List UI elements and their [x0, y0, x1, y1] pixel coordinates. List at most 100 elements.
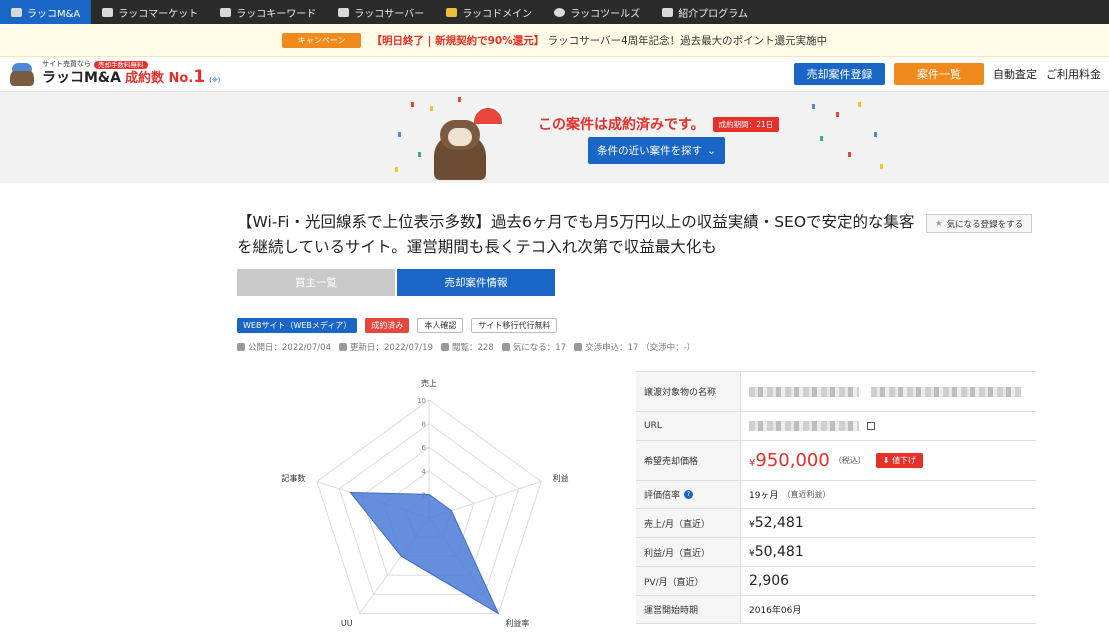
tab-buyers[interactable]: 買主一覧 [237, 269, 395, 296]
campaign-body: ラッコサーバー4周年記念！過去最大のポイント還元実施中 [547, 34, 828, 47]
blurred-url [749, 421, 859, 431]
blurred-text [871, 386, 1021, 397]
campaign-text: 【明日終了 | 新規契約で90%還元】 ラッコサーバー4周年記念！過去最大のポイ… [371, 33, 827, 48]
spec-row-profit: 利益/月（直近） ¥50,481 [636, 538, 1036, 567]
otter-icon [662, 7, 674, 17]
spec-table: 譲渡対象物の名称 URL 希望売却価格 ¥950,000 （税込） ⬇ 値下げ … [636, 371, 1036, 624]
logo-name: ラッコM&A [42, 70, 121, 87]
sell-listing-button[interactable]: 売却案件登録 [794, 63, 885, 85]
service-nav-item-server[interactable]: ラッコサーバー [327, 0, 435, 24]
published-date: 公開日：2022/07/04 [237, 341, 331, 353]
otter-mascot-icon [8, 62, 36, 86]
campaign-bar[interactable]: キャンペーン 【明日終了 | 新規契約で90%還元】 ラッコサーバー4周年記念！… [0, 24, 1109, 57]
pricing-link[interactable]: ご利用料金 [1046, 66, 1101, 82]
star-icon [501, 343, 510, 351]
external-link-icon[interactable] [867, 422, 875, 430]
tax-note: （税込） [833, 456, 866, 465]
listing-index-button[interactable]: 案件一覧 [894, 63, 984, 85]
spec-label: PV/月（直近） [636, 567, 740, 595]
sold-banner: この案件は成約済みです。 成約期間：21日 条件の近い案件を探す ⌄ [0, 92, 1109, 183]
site-logo[interactable]: サイト売買なら 売却手数料無料 ラッコM&A 成約数 No.1 (※) [8, 61, 220, 88]
radar-tick-label: 4 [422, 468, 427, 476]
otter-icon [102, 7, 114, 17]
logo-rank: 成約数 No. [124, 71, 194, 87]
radar-axis-label: 利益率 [505, 618, 529, 628]
spec-value: 2,906 [740, 567, 1036, 595]
logo-rank-number: 1 [193, 67, 206, 88]
down-arrow-icon: ⬇ [882, 456, 893, 465]
spec-label: URL [636, 412, 740, 440]
view-count: 閲覧：228 [441, 341, 494, 353]
listing-tags: WEBサイト（WEBメディア） 成約済み 本人確認 サイト移行代行無料 [237, 318, 558, 333]
spec-value: 2016年06月 [740, 596, 1036, 623]
spec-label: 希望売却価格 [636, 441, 740, 480]
spec-value: ¥950,000 （税込） ⬇ 値下げ [740, 441, 1036, 480]
migration-free-tag: サイト移行代行無料 [471, 318, 558, 333]
help-icon[interactable]: ? [684, 490, 694, 499]
spec-label: 譲渡対象物の名称 [636, 372, 740, 411]
favorite-count: 気になる：17 [501, 341, 566, 353]
service-nav-item-keyword[interactable]: ラッコキーワード [209, 0, 327, 24]
spec-row-name: 譲渡対象物の名称 [636, 372, 1036, 412]
calendar-icon [237, 343, 245, 351]
site-header: サイト売買なら 売却手数料無料 ラッコM&A 成約数 No.1 (※) 売却案件登録 … [0, 57, 1109, 92]
campaign-badge: キャンペーン [281, 32, 362, 48]
eye-icon [441, 343, 449, 351]
service-nav-label: ラッコマーケット [118, 8, 199, 20]
deal-period-badge: 成約期間：21日 [712, 116, 780, 132]
otter-icon [11, 7, 22, 17]
otter-icon [220, 7, 232, 17]
service-nav-item-rakko-ma[interactable]: ラッコM&A [0, 0, 92, 24]
chat-icon [574, 343, 583, 351]
favorite-label: 気になる登録をする [946, 219, 1024, 230]
logo-pill: 売却手数料無料 [94, 60, 148, 70]
otter-icon [338, 7, 350, 17]
service-nav-item-domain[interactable]: ラッコドメイン [435, 0, 543, 24]
find-similar-label: 条件の近い案件を探す [597, 145, 703, 157]
radar-tick-label: 10 [417, 397, 426, 405]
listing-tabs: 買主一覧 売却案件情報 [237, 269, 555, 296]
service-nav-label: ラッコM&A [27, 8, 81, 20]
campaign-strong: 【明日終了 | 新規契約で90%還元】 [371, 34, 545, 47]
listing-meta: 公開日：2022/07/04 更新日：2022/07/19 閲覧：228 気にな… [237, 341, 695, 353]
spec-value[interactable] [740, 412, 1036, 440]
chevron-down-icon: ⌄ [707, 144, 716, 157]
service-nav-label: ラッコツールズ [570, 8, 641, 20]
service-nav-item-referral[interactable]: 紹介プログラム [651, 0, 759, 24]
negotiation-count: 交渉申込：17 （交渉中：-） [574, 341, 695, 353]
spec-label: 運営開始時期 [636, 596, 740, 623]
radar-chart: 246810売上利益利益率UU記事数 [237, 368, 637, 630]
star-icon: ★ [935, 218, 943, 229]
service-nav-item-tools[interactable]: ラッコツールズ [543, 0, 651, 24]
radar-axis-label: 売上 [421, 378, 437, 388]
spec-label: 利益/月（直近） [636, 538, 740, 566]
auto-appraisal-link[interactable]: 自動査定 [993, 66, 1037, 82]
service-nav-label: ラッコサーバー [354, 8, 425, 20]
find-similar-button[interactable]: 条件の近い案件を探す ⌄ [588, 137, 725, 164]
spec-value: ¥50,481 [740, 538, 1036, 566]
listing-title: 【Wi-Fi・光回線系で上位表示多数】過去6ヶ月でも月5万円以上の収益実績・SE… [237, 213, 915, 256]
favorite-button[interactable]: ★ 気になる登録をする [926, 214, 1033, 233]
otter-icon [554, 7, 566, 17]
spec-row-start: 運営開始時期 2016年06月 [636, 596, 1036, 624]
spec-value: ¥52,481 [740, 509, 1036, 537]
spec-row-pv: PV/月（直近） 2,906 [636, 567, 1036, 596]
otter-mascot-icon [428, 106, 504, 180]
category-tag[interactable]: WEBサイト（WEBメディア） [237, 318, 358, 333]
blurred-text [749, 386, 859, 397]
service-nav-item-market[interactable]: ラッコマーケット [91, 0, 209, 24]
service-nav: ラッコM&A ラッコマーケット ラッコキーワード ラッコサーバー ラッコドメイン… [0, 0, 1109, 24]
radar-axis-label: 利益 [553, 473, 569, 483]
spec-value [740, 372, 1036, 411]
radar-axis-label: 記事数 [281, 473, 305, 483]
service-nav-label: ラッコキーワード [236, 8, 317, 20]
spec-row-revenue: 売上/月（直近） ¥52,481 [636, 509, 1036, 538]
sold-message: この案件は成約済みです。 [538, 117, 705, 133]
updated-date: 更新日：2022/07/19 [339, 341, 433, 353]
price-down-button[interactable]: ⬇ 値下げ [875, 453, 924, 468]
tab-listing-info[interactable]: 売却案件情報 [397, 269, 555, 296]
service-nav-label: ラッコドメイン [462, 8, 533, 20]
logo-tagline: サイト売買なら [42, 60, 91, 69]
identity-verified-tag: 本人確認 [417, 318, 464, 333]
service-nav-label: 紹介プログラム [678, 8, 748, 20]
